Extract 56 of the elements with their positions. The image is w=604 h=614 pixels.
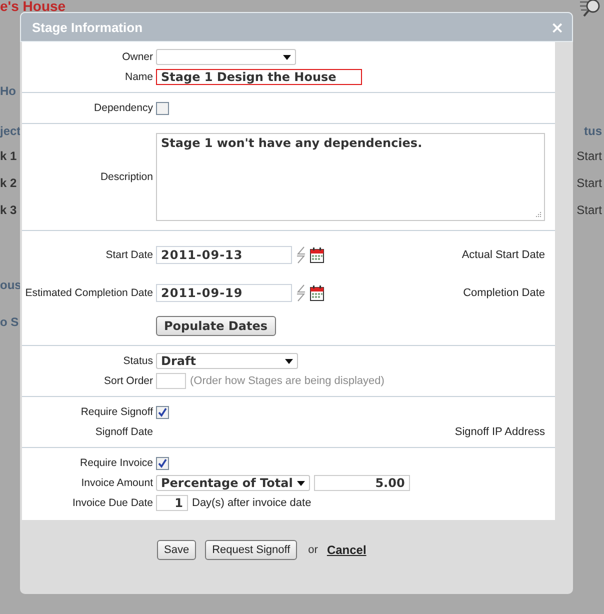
field-label: Signoff Date [94, 426, 153, 438]
column-header: tus [584, 123, 603, 140]
field-label: Name [124, 71, 153, 83]
date-field[interactable]: 2011-09-13 [156, 246, 292, 264]
field-label: Completion Date [463, 287, 545, 299]
spinner-arrows-icon [296, 246, 306, 264]
calendar-icon [310, 285, 324, 301]
field-label: Actual Start Date [462, 249, 545, 261]
section-heading: ous [0, 277, 22, 294]
field-label: Require Signoff [80, 406, 153, 418]
field-label: Invoice Amount [80, 477, 153, 489]
date-field[interactable]: 2011-09-19 [156, 284, 292, 302]
field-label: Start Date [104, 249, 153, 261]
caret-icon [296, 480, 305, 486]
field-label: Dependency [93, 102, 153, 114]
input-field[interactable]: Stage 1 Design the House [156, 69, 362, 85]
section-heading: o S [0, 314, 19, 331]
text-area[interactable]: Stage 1 won't have any dependencies. [156, 133, 545, 221]
dialog-title: Stage Information [32, 20, 143, 34]
section-heading: Ho [0, 83, 16, 100]
checkbox[interactable] [156, 102, 169, 114]
dropdown[interactable]: Draft [156, 353, 298, 369]
checkbox[interactable] [156, 406, 169, 418]
request-signoff-button[interactable]: Request Signoff [205, 540, 298, 560]
field-label: Estimated Completion Date [24, 287, 153, 299]
hint-text: (Order how Stages are being displayed) [190, 375, 384, 387]
field-label: Require Invoice [79, 457, 153, 469]
spinner-arrows-icon [296, 284, 306, 302]
separator-text: or [308, 544, 318, 556]
caret-icon [283, 54, 291, 60]
input-field[interactable]: 1 [156, 495, 188, 511]
field-label: Sort Order [102, 375, 153, 387]
populate-dates-button[interactable]: Populate Dates [156, 316, 276, 336]
field-label: Signoff IP Address [454, 426, 545, 438]
table-cell-text: k 2 [0, 175, 17, 192]
column-header: ject [0, 123, 21, 140]
field-label: Invoice Due Date [71, 497, 153, 509]
calendar-icon [310, 247, 324, 263]
field-label: Description [99, 171, 153, 183]
checkbox[interactable] [156, 456, 169, 470]
cancel-link[interactable]: Cancel [326, 543, 366, 557]
table-cell-text: k 1 [0, 148, 17, 165]
field-suffix: Day(s) after invoice date [192, 497, 312, 509]
table-cell-text: k 3 [0, 202, 17, 219]
save-button[interactable]: Save [157, 540, 196, 560]
table-cell-text: Start [576, 175, 603, 192]
table-cell-text: Start [576, 148, 603, 165]
dropdown[interactable]: Percentage of Total [156, 475, 310, 491]
page-title: e's House [0, 0, 66, 12]
input-field[interactable] [156, 373, 186, 389]
caret-icon [285, 358, 293, 364]
field-label: Status [122, 355, 153, 367]
amount-field[interactable]: 5.00 [314, 475, 410, 491]
field-label: Owner [121, 51, 153, 63]
search-icon [580, 0, 602, 18]
table-cell-text: Start [576, 202, 603, 219]
